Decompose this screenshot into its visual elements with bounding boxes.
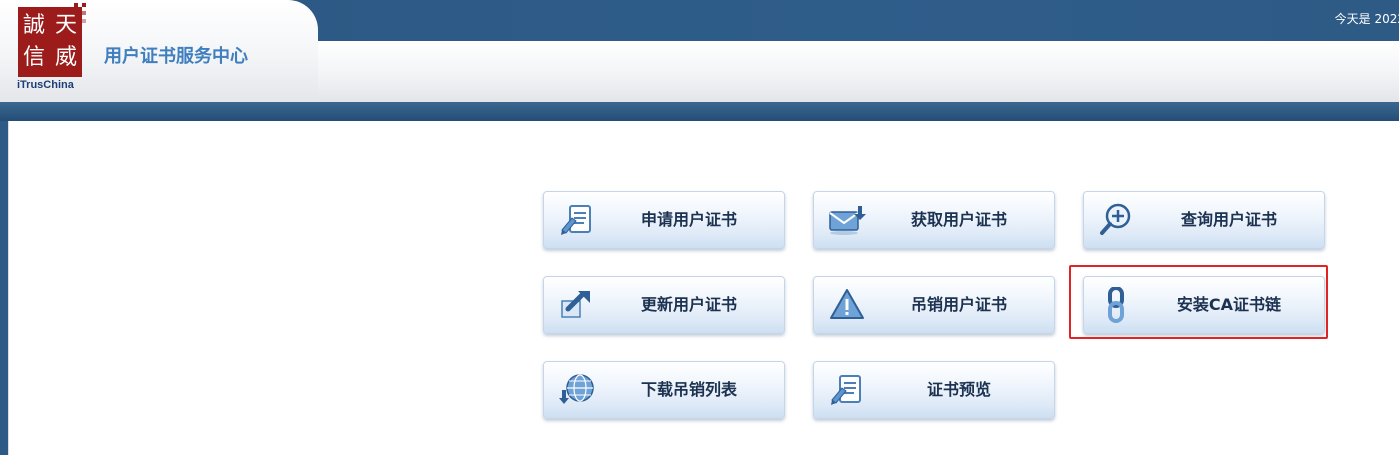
tile-label: 下载吊销列表 xyxy=(640,380,737,399)
tile-label: 证书预览 xyxy=(926,380,991,399)
tile-label: 更新用户证书 xyxy=(640,295,737,314)
apply-document-icon xyxy=(561,205,591,235)
apply-certificate-button[interactable]: 申请用户证书 xyxy=(543,191,785,249)
page-header: 今天是 2022 誠 天 信 威 iTrusChina 用户证书服务中心 xyxy=(0,0,1399,121)
revoke-certificate-button[interactable]: 吊销用户证书 xyxy=(813,276,1055,334)
download-crl-button[interactable]: 下载吊销列表 xyxy=(543,361,785,419)
globe-download-icon xyxy=(559,374,594,404)
logo-char: 信 xyxy=(22,45,45,70)
itruschina-logo[interactable]: 誠 天 信 威 iTrusChina xyxy=(17,3,86,92)
content-edge xyxy=(8,121,9,455)
certificate-preview-button[interactable]: 证书预览 xyxy=(813,361,1055,419)
mail-download-icon xyxy=(829,206,866,235)
update-arrow-icon xyxy=(561,291,590,318)
logo-brand-text: iTrusChina xyxy=(17,79,74,91)
date-text: 今天是 2022 xyxy=(1334,12,1399,26)
renew-certificate-button[interactable]: 更新用户证书 xyxy=(543,276,785,334)
logo-char: 威 xyxy=(54,45,77,70)
magnifier-plus-icon xyxy=(1100,203,1131,235)
site-title: 用户证书服务中心 xyxy=(104,46,248,67)
header-background xyxy=(290,41,1399,102)
preview-document-icon xyxy=(831,375,861,405)
header-divider-bar xyxy=(0,102,1399,121)
query-certificate-button[interactable]: 查询用户证书 xyxy=(1083,191,1325,249)
tile-label: 申请用户证书 xyxy=(640,210,737,229)
selection-highlight xyxy=(1069,265,1328,339)
warning-triangle-icon xyxy=(830,289,864,319)
logo-char: 誠 xyxy=(22,13,45,38)
app-root: 今天是 2022 誠 天 信 威 iTrusChina 用户证书服务中心 申请用… xyxy=(0,0,1399,455)
content-left-border xyxy=(0,121,8,455)
tile-label: 获取用户证书 xyxy=(910,210,1007,229)
retrieve-certificate-button[interactable]: 获取用户证书 xyxy=(813,191,1055,249)
tile-label: 查询用户证书 xyxy=(1180,210,1277,229)
tile-label: 吊销用户证书 xyxy=(910,295,1007,314)
